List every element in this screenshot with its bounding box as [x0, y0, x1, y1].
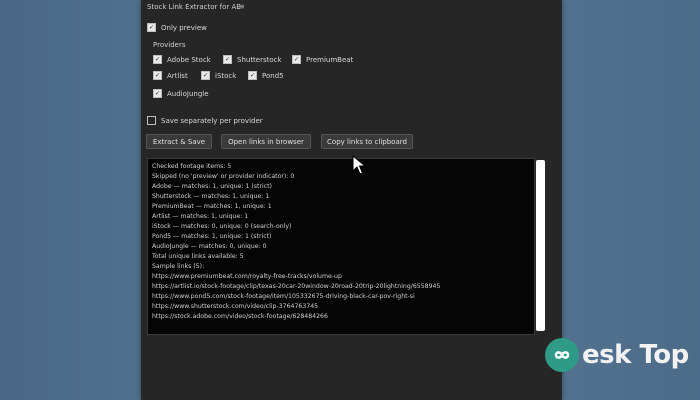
output-log[interactable]: Checked footage items: 5 Skipped (no 'pr… [147, 158, 535, 335]
watermark: esk Top [545, 338, 689, 372]
open-links-button[interactable]: Open links in browser [221, 134, 311, 149]
provider-label: iStock [215, 71, 237, 80]
provider-checkbox-adobe-stock[interactable]: ✓ Adobe Stock [153, 55, 211, 64]
provider-checkbox-pond5[interactable]: ✓ Pond5 [248, 71, 284, 80]
save-separately-label: Save separately per provider [161, 116, 263, 125]
output-line: https://stock.adobe.com/video/stock-foot… [152, 313, 328, 320]
provider-label: PremiumBeat [306, 55, 354, 64]
output-line: Artlist — matches: 1, unique: 1 [152, 213, 249, 220]
copy-links-button[interactable]: Copy links to clipboard [321, 134, 413, 149]
output-line: PremiumBeat — matches: 1, unique: 1 [152, 203, 272, 210]
checkbox-unchecked-icon [147, 116, 156, 125]
checkbox-checked-icon: ✓ [153, 55, 162, 64]
checkbox-checked-icon: ✓ [201, 71, 210, 80]
output-line: AudioJungle — matches: 0, unique: 0 [152, 243, 267, 250]
output-line: Pond5 — matches: 1, unique: 1 (strict) [152, 233, 272, 240]
provider-label: Artlist [167, 71, 188, 80]
save-separately-checkbox[interactable]: Save separately per provider [147, 116, 263, 125]
output-line: Adobe — matches: 1, unique: 1 (strict) [152, 183, 272, 190]
checkbox-checked-icon: ✓ [147, 23, 156, 32]
provider-checkbox-premiumbeat[interactable]: ✓ PremiumBeat [292, 55, 353, 64]
output-line: Total unique links available: 5 [152, 253, 244, 260]
provider-checkbox-shutterstock[interactable]: ✓ Shutterstock [223, 55, 282, 64]
output-line: Sample links (5): [152, 263, 205, 270]
watermark-logo-icon [545, 338, 579, 372]
provider-label: Pond5 [262, 71, 284, 80]
provider-checkbox-artlist[interactable]: ✓ Artlist [153, 71, 188, 80]
only-preview-label: Only preview [161, 23, 207, 32]
output-line: Skipped (no 'preview' or provider indica… [152, 173, 295, 180]
checkbox-checked-icon: ✓ [153, 89, 162, 98]
output-scrollbar[interactable] [536, 160, 545, 331]
mouse-cursor-icon [352, 155, 366, 175]
output-line: https://www.pond5.com/stock-footage/item… [152, 293, 415, 300]
panel-title: Stock Link Extractor for AE [147, 3, 241, 11]
checkbox-checked-icon: ✓ [248, 71, 257, 80]
menu-icon[interactable]: ≡ [238, 2, 245, 11]
output-line: https://www.premiumbeat.com/royalty-free… [152, 273, 342, 280]
checkbox-checked-icon: ✓ [153, 71, 162, 80]
checkbox-checked-icon: ✓ [223, 55, 232, 64]
provider-checkbox-audiojungle[interactable]: ✓ AudioJungle [153, 89, 209, 98]
output-line: Checked footage items: 5 [152, 163, 232, 170]
watermark-text: esk Top [582, 340, 689, 370]
providers-label: Providers [153, 41, 186, 49]
output-line: https://www.shutterstock.com/video/clip-… [152, 303, 319, 310]
provider-label: AudioJungle [167, 89, 209, 98]
infinity-loop-icon [554, 351, 570, 359]
checkbox-checked-icon: ✓ [292, 55, 301, 64]
only-preview-checkbox[interactable]: ✓ Only preview [147, 23, 207, 32]
output-line: Shutterstock — matches: 1, unique: 1 [152, 193, 270, 200]
output-line: https://artlist.io/stock-footage/clip/te… [152, 283, 441, 290]
provider-checkbox-istock[interactable]: ✓ iStock [201, 71, 236, 80]
provider-label: Shutterstock [237, 55, 282, 64]
output-lines: Checked footage items: 5 Skipped (no 'pr… [152, 162, 532, 322]
output-line: iStock — matches: 0, unique: 0 (search-o… [152, 223, 292, 230]
extract-save-button[interactable]: Extract & Save [146, 134, 212, 149]
provider-label: Adobe Stock [167, 55, 211, 64]
